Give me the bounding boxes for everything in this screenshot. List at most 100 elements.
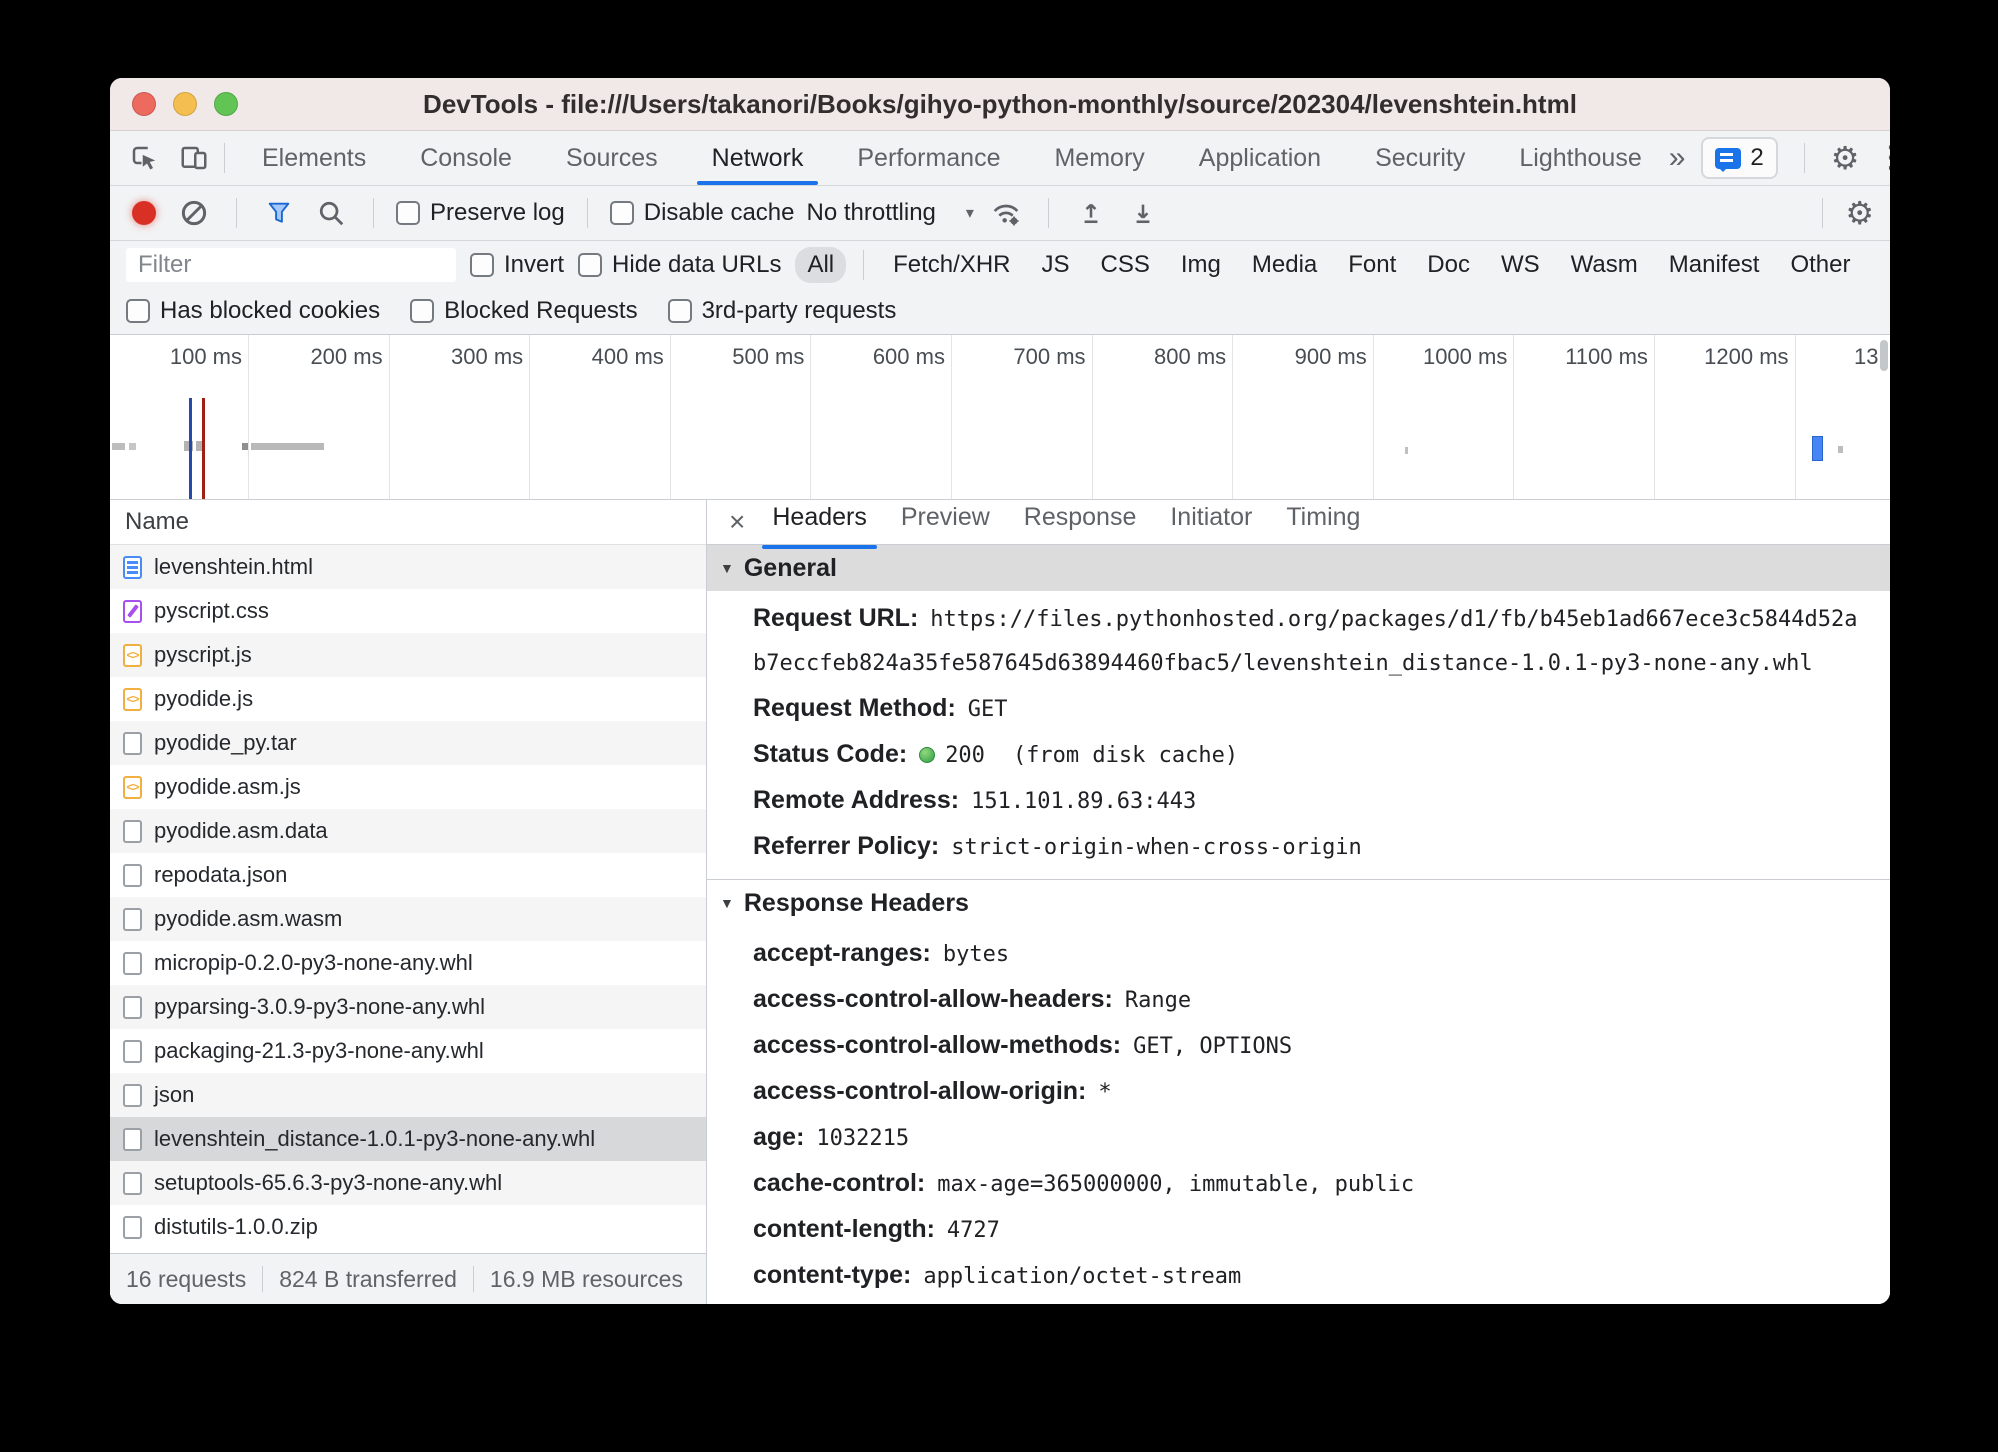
timeline-tick: 500 ms <box>671 335 812 499</box>
header-key: Status Code: <box>753 740 907 768</box>
request-name: pyodide.js <box>154 686 253 712</box>
request-row[interactable]: pyscript.js <box>110 633 706 677</box>
timeline-tick: 400 ms <box>530 335 671 499</box>
record-network-log-button[interactable] <box>132 201 156 225</box>
name-column-header[interactable]: Name <box>110 500 706 545</box>
summary-item: 16 requests <box>110 1266 263 1292</box>
general-section-header[interactable]: ▼ General <box>707 545 1890 591</box>
network-overview-timeline[interactable]: 100 ms200 ms300 ms400 ms500 ms600 ms700 … <box>110 335 1890 500</box>
header-value: https://files.pythonhosted.org/packages/… <box>753 607 1857 676</box>
network-settings-button[interactable]: ⚙ <box>1845 197 1874 229</box>
filter-type-manifest[interactable]: Manifest <box>1657 247 1772 283</box>
waterfall-bar <box>242 443 248 450</box>
tab-application[interactable]: Application <box>1172 131 1348 185</box>
request-row[interactable]: pyparsing-3.0.9-py3-none-any.whl <box>110 985 706 1029</box>
filter-toggle-button[interactable] <box>259 193 299 233</box>
header-row: Status Code:200(from disk cache) <box>707 732 1890 778</box>
request-list: levenshtein.htmlpyscript.csspyscript.js p… <box>110 545 706 1253</box>
tab-memory[interactable]: Memory <box>1027 131 1171 185</box>
inspect-element-button[interactable] <box>124 138 164 178</box>
request-row[interactable]: json <box>110 1073 706 1117</box>
disable-cache-option[interactable]: Disable cache <box>610 199 795 227</box>
detail-tab-initiator[interactable]: Initiator <box>1153 495 1269 549</box>
request-row[interactable]: pyscript.css <box>110 589 706 633</box>
timeline-tick: 1100 ms <box>1514 335 1655 499</box>
filter-input[interactable] <box>126 248 456 282</box>
request-row[interactable]: pyodide.asm.data <box>110 809 706 853</box>
devtools-tabbar: ElementsConsoleSourcesNetworkPerformance… <box>110 131 1890 186</box>
request-row[interactable]: pyodide.asm.wasm <box>110 897 706 941</box>
blocked-requests-option[interactable]: Blocked Requests <box>410 297 637 325</box>
timeline-tick: 700 ms <box>952 335 1093 499</box>
detail-tab-response[interactable]: Response <box>1007 495 1154 549</box>
filter-type-css[interactable]: CSS <box>1089 247 1162 283</box>
filter-type-doc[interactable]: Doc <box>1415 247 1482 283</box>
search-network-button[interactable] <box>311 193 351 233</box>
more-tabs-button[interactable]: » <box>1669 141 1686 175</box>
tab-performance[interactable]: Performance <box>830 131 1027 185</box>
detail-tab-preview[interactable]: Preview <box>884 495 1007 549</box>
timeline-scrollbar-thumb[interactable] <box>1880 340 1888 371</box>
network-conditions-button[interactable] <box>986 193 1026 233</box>
tab-lighthouse[interactable]: Lighthouse <box>1492 131 1668 185</box>
filter-type-js[interactable]: JS <box>1030 247 1082 283</box>
detail-tab-headers[interactable]: Headers <box>755 495 884 549</box>
network-summary-bar: 16 requests824 B transferred16.9 MB reso… <box>110 1253 706 1304</box>
file-file-icon <box>123 1040 142 1063</box>
minimize-window-button[interactable] <box>173 92 197 116</box>
divider <box>224 143 225 173</box>
request-row[interactable]: micropip-0.2.0-py3-none-any.whl <box>110 941 706 985</box>
request-row[interactable]: setuptools-65.6.3-py3-none-any.whl <box>110 1161 706 1205</box>
invert-option[interactable]: Invert <box>470 251 564 279</box>
tab-elements[interactable]: Elements <box>235 131 393 185</box>
tick-label: 1100 ms <box>1565 335 1654 370</box>
has-blocked-cookies-option[interactable]: Has blocked cookies <box>126 297 380 325</box>
request-row[interactable]: distutils-1.0.0.zip <box>110 1205 706 1249</box>
tab-console[interactable]: Console <box>393 131 539 185</box>
request-row[interactable]: pyodide.asm.js <box>110 765 706 809</box>
filter-type-fetch-xhr[interactable]: Fetch/XHR <box>881 247 1022 283</box>
filter-type-wasm[interactable]: Wasm <box>1559 247 1650 283</box>
filter-type-media[interactable]: Media <box>1240 247 1329 283</box>
request-row[interactable]: levenshtein.html <box>110 545 706 589</box>
customize-devtools-button[interactable]: ⋮ <box>1875 143 1890 173</box>
filter-type-ws[interactable]: WS <box>1489 247 1552 283</box>
request-row[interactable]: levenshtein_distance-1.0.1-py3-none-any.… <box>110 1117 706 1161</box>
filter-type-other[interactable]: Other <box>1778 247 1862 283</box>
close-details-button[interactable]: × <box>707 500 755 544</box>
script-file-icon <box>123 776 142 799</box>
filter-type-img[interactable]: Img <box>1169 247 1233 283</box>
request-details-pane: × HeadersPreviewResponseInitiatorTiming … <box>707 500 1890 1304</box>
import-har-button[interactable] <box>1071 193 1111 233</box>
hide-data-urls-option[interactable]: Hide data URLs <box>578 251 781 279</box>
filter-type-all[interactable]: All <box>795 247 846 283</box>
device-toolbar-button[interactable] <box>174 138 214 178</box>
header-value: bytes <box>943 942 1009 967</box>
filter-type-font[interactable]: Font <box>1336 247 1408 283</box>
request-row[interactable]: packaging-21.3-py3-none-any.whl <box>110 1029 706 1073</box>
header-row: content-length:4727 <box>707 1207 1890 1253</box>
tick-label: 100 ms <box>170 335 248 370</box>
issues-badge[interactable]: 2 <box>1701 137 1777 179</box>
devtools-tab-strip: ElementsConsoleSourcesNetworkPerformance… <box>235 131 1669 185</box>
clear-network-log-button[interactable] <box>174 193 214 233</box>
request-row[interactable]: pyodide_py.tar <box>110 721 706 765</box>
response-headers-section-header[interactable]: ▼ Response Headers <box>707 879 1890 926</box>
devtools-settings-button[interactable]: ⚙ <box>1831 142 1860 174</box>
preserve-log-option[interactable]: Preserve log <box>396 199 565 227</box>
tab-sources[interactable]: Sources <box>539 131 685 185</box>
export-har-button[interactable] <box>1123 193 1163 233</box>
3rd-party-requests-option[interactable]: 3rd-party requests <box>668 297 897 325</box>
file-file-icon <box>123 1128 142 1151</box>
tab-security[interactable]: Security <box>1348 131 1492 185</box>
request-row[interactable]: pyodide.js <box>110 677 706 721</box>
close-window-button[interactable] <box>132 92 156 116</box>
zoom-window-button[interactable] <box>214 92 238 116</box>
tab-network[interactable]: Network <box>685 131 831 185</box>
header-value: application/octet-stream <box>923 1264 1241 1289</box>
throttling-select[interactable]: No throttling ▾ <box>806 199 973 227</box>
inspect-tools <box>124 138 214 178</box>
detail-tab-timing[interactable]: Timing <box>1269 495 1377 549</box>
header-key: age: <box>753 1123 804 1151</box>
request-row[interactable]: repodata.json <box>110 853 706 897</box>
